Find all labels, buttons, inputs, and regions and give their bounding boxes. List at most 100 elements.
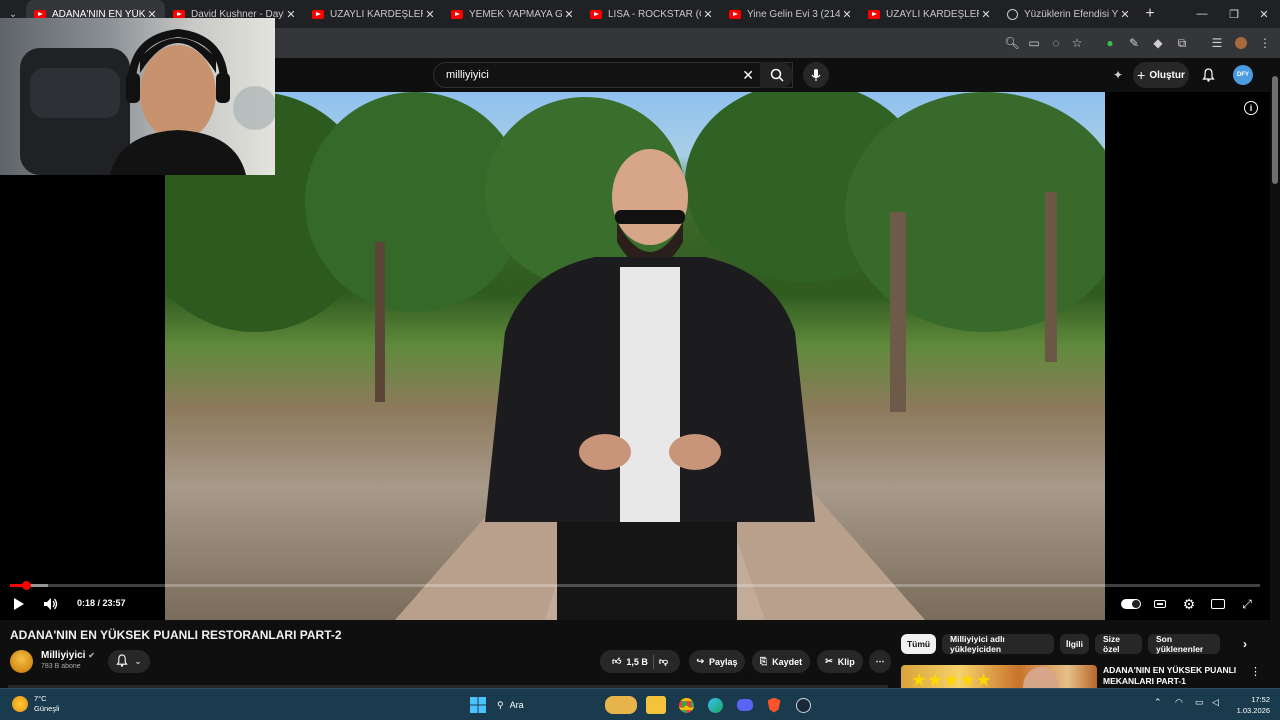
- browser-tab[interactable]: Yine Gelin Evi 3 (214. Bölü✕: [721, 0, 860, 28]
- volume-button[interactable]: [42, 595, 60, 613]
- browser-tab[interactable]: UZAYLI KARDEŞLER! | RO✕: [304, 0, 443, 28]
- tray-chevron-icon[interactable]: ⌃: [1154, 697, 1162, 708]
- bookmark-star-icon[interactable]: ☆: [1069, 35, 1085, 51]
- eye-off-icon[interactable]: ◌: [1048, 35, 1064, 51]
- network-icon[interactable]: ◠: [1175, 697, 1183, 708]
- browser-tab[interactable]: YEMEK YAPMAYA GELDİK✕: [443, 0, 582, 28]
- extension-diamond-icon[interactable]: ◆: [1150, 35, 1166, 51]
- channel-avatar[interactable]: [10, 650, 33, 673]
- start-button[interactable]: [468, 696, 488, 714]
- browser-tab[interactable]: LISA - ROCKSTAR (Officia✕: [582, 0, 721, 28]
- taskbar-clock[interactable]: 17:52 1.03.2026: [1226, 694, 1270, 716]
- clear-search-icon[interactable]: ✕: [742, 67, 754, 84]
- scrubber-handle[interactable]: [21, 581, 31, 590]
- channel-name[interactable]: Milliyiyici ✔: [41, 650, 95, 661]
- zoom-icon[interactable]: 🔍︎: [1004, 35, 1020, 51]
- search-button[interactable]: [760, 62, 793, 88]
- chip-recently-uploaded[interactable]: Son yüklenenler: [1148, 634, 1220, 654]
- browser-tab[interactable]: UZAYLI KARDEŞLER! | RO✕: [860, 0, 999, 28]
- tab-close-icon[interactable]: ✕: [562, 8, 576, 21]
- search-input[interactable]: milliyiyici ✕: [433, 62, 793, 88]
- extension-shield-icon[interactable]: ●: [1102, 35, 1118, 51]
- chip-from-uploader[interactable]: Milliyiyici adlı yükleyiciden: [942, 634, 1054, 654]
- weather-text: 7°C Güneşli: [34, 694, 59, 714]
- info-icon[interactable]: i: [1244, 101, 1258, 115]
- chip-for-you[interactable]: Size özel: [1095, 634, 1142, 654]
- tab-title: Yüzüklerin Efendisi Yüzük: [1024, 8, 1118, 20]
- file-explorer-icon[interactable]: [646, 696, 666, 714]
- theater-mode-button[interactable]: [1209, 595, 1227, 613]
- notifications-bell-icon[interactable]: [1200, 67, 1216, 83]
- weather-widget[interactable]: 7°C Güneşli: [12, 694, 59, 714]
- extensions-puzzle-icon[interactable]: ⧉: [1174, 35, 1190, 51]
- time-display: 0:18 / 23:57: [77, 598, 126, 608]
- chip-all[interactable]: Tümü: [901, 634, 936, 654]
- dislike-button[interactable]: 👎︎: [659, 656, 668, 667]
- fullscreen-button[interactable]: ⤢: [1238, 595, 1256, 613]
- extension-badge-icon[interactable]: ✦: [1110, 67, 1126, 83]
- progress-bar[interactable]: [10, 581, 1260, 590]
- pen-icon[interactable]: ✎: [1126, 35, 1142, 51]
- tab-close-icon[interactable]: ✕: [423, 8, 437, 21]
- brave-icon[interactable]: [764, 696, 784, 714]
- share-button[interactable]: ↪ Paylaş: [689, 650, 745, 673]
- clip-button[interactable]: ✂ Klip: [817, 650, 863, 673]
- minimize-button[interactable]: —: [1186, 0, 1218, 28]
- subtitles-button[interactable]: ▬: [1151, 595, 1169, 613]
- windows-taskbar: 7°C Güneşli ⚲ Ara ⌃ ◠ ▭ ◁ 17:52 1.03.202…: [0, 688, 1280, 720]
- reading-list-icon[interactable]: ☰: [1209, 35, 1225, 51]
- recommended-more-icon[interactable]: ⋮: [1250, 665, 1261, 678]
- tab-title: UZAYLI KARDEŞLER! | RO: [330, 8, 423, 20]
- subscription-bell-button[interactable]: ⌄: [108, 650, 150, 673]
- sun-icon: [12, 696, 28, 712]
- tab-close-icon[interactable]: ✕: [840, 8, 854, 21]
- like-button[interactable]: 👍︎ 1,5 B: [612, 656, 648, 667]
- clock-time: 17:52: [1251, 695, 1270, 704]
- tab-title: Yine Gelin Evi 3 (214. Bölü: [747, 8, 840, 20]
- save-button[interactable]: ⎘ Kaydet: [752, 650, 810, 673]
- voice-search-button[interactable]: [803, 62, 829, 88]
- account-avatar[interactable]: DFY: [1233, 65, 1253, 85]
- verified-check-icon: ✔: [88, 651, 95, 660]
- more-actions-button[interactable]: ⋯: [869, 650, 891, 673]
- bell-icon: [116, 653, 128, 670]
- tab-close-icon[interactable]: ✕: [979, 8, 993, 21]
- recommended-video-title[interactable]: ADANA'NIN EN YÜKSEK PUANLI MEKANLARI PAR…: [1103, 665, 1253, 687]
- tab-close-icon[interactable]: ✕: [284, 8, 298, 21]
- tab-close-icon[interactable]: ✕: [701, 8, 715, 21]
- chips-next-arrow[interactable]: ›: [1234, 634, 1256, 654]
- like-count: 1,5 B: [626, 656, 648, 667]
- taskbar-search[interactable]: ⚲ Ara: [497, 696, 597, 714]
- cast-icon[interactable]: ▭: [1026, 35, 1042, 51]
- chrome-icon[interactable]: [676, 696, 696, 714]
- plus-icon: +: [1137, 67, 1146, 83]
- chip-related[interactable]: İlgili: [1060, 634, 1089, 654]
- video-title: ADANA'NIN EN YÜKSEK PUANLI RESTORANLARI …: [10, 628, 342, 642]
- play-icon: [14, 598, 24, 610]
- page-scrollbar[interactable]: [1270, 58, 1280, 688]
- autoplay-toggle[interactable]: [1120, 595, 1142, 613]
- weather-temp: 7°C: [34, 694, 47, 703]
- close-window-button[interactable]: ✕: [1248, 0, 1280, 28]
- edge-icon[interactable]: [705, 696, 725, 714]
- new-tab-button[interactable]: +: [1138, 5, 1162, 23]
- create-button[interactable]: + Oluştur: [1133, 62, 1189, 88]
- discord-icon[interactable]: [735, 696, 755, 714]
- profile-icon[interactable]: [1233, 35, 1249, 51]
- share-label: Paylaş: [709, 656, 738, 667]
- settings-button[interactable]: ⚙: [1180, 595, 1198, 613]
- browser-tab[interactable]: Yüzüklerin Efendisi Yüzük✕: [999, 0, 1138, 28]
- speaker-icon[interactable]: ◁: [1212, 697, 1219, 708]
- browser-menu-icon[interactable]: ⋮: [1257, 35, 1273, 51]
- display-icon[interactable]: ▭: [1195, 697, 1204, 708]
- maximize-button[interactable]: ❐: [1218, 0, 1250, 28]
- tab-close-icon[interactable]: ✕: [1118, 8, 1132, 21]
- scrollbar-thumb[interactable]: [1272, 76, 1278, 184]
- steam-icon[interactable]: [793, 696, 813, 714]
- widget-food-icon[interactable]: [605, 696, 637, 714]
- play-button[interactable]: [10, 595, 28, 613]
- recommended-video-thumbnail[interactable]: ★★★★★: [901, 665, 1097, 690]
- video-scene-image: [165, 92, 1105, 620]
- video-frame[interactable]: [165, 92, 1105, 620]
- clock-date: 1.03.2026: [1236, 706, 1270, 715]
